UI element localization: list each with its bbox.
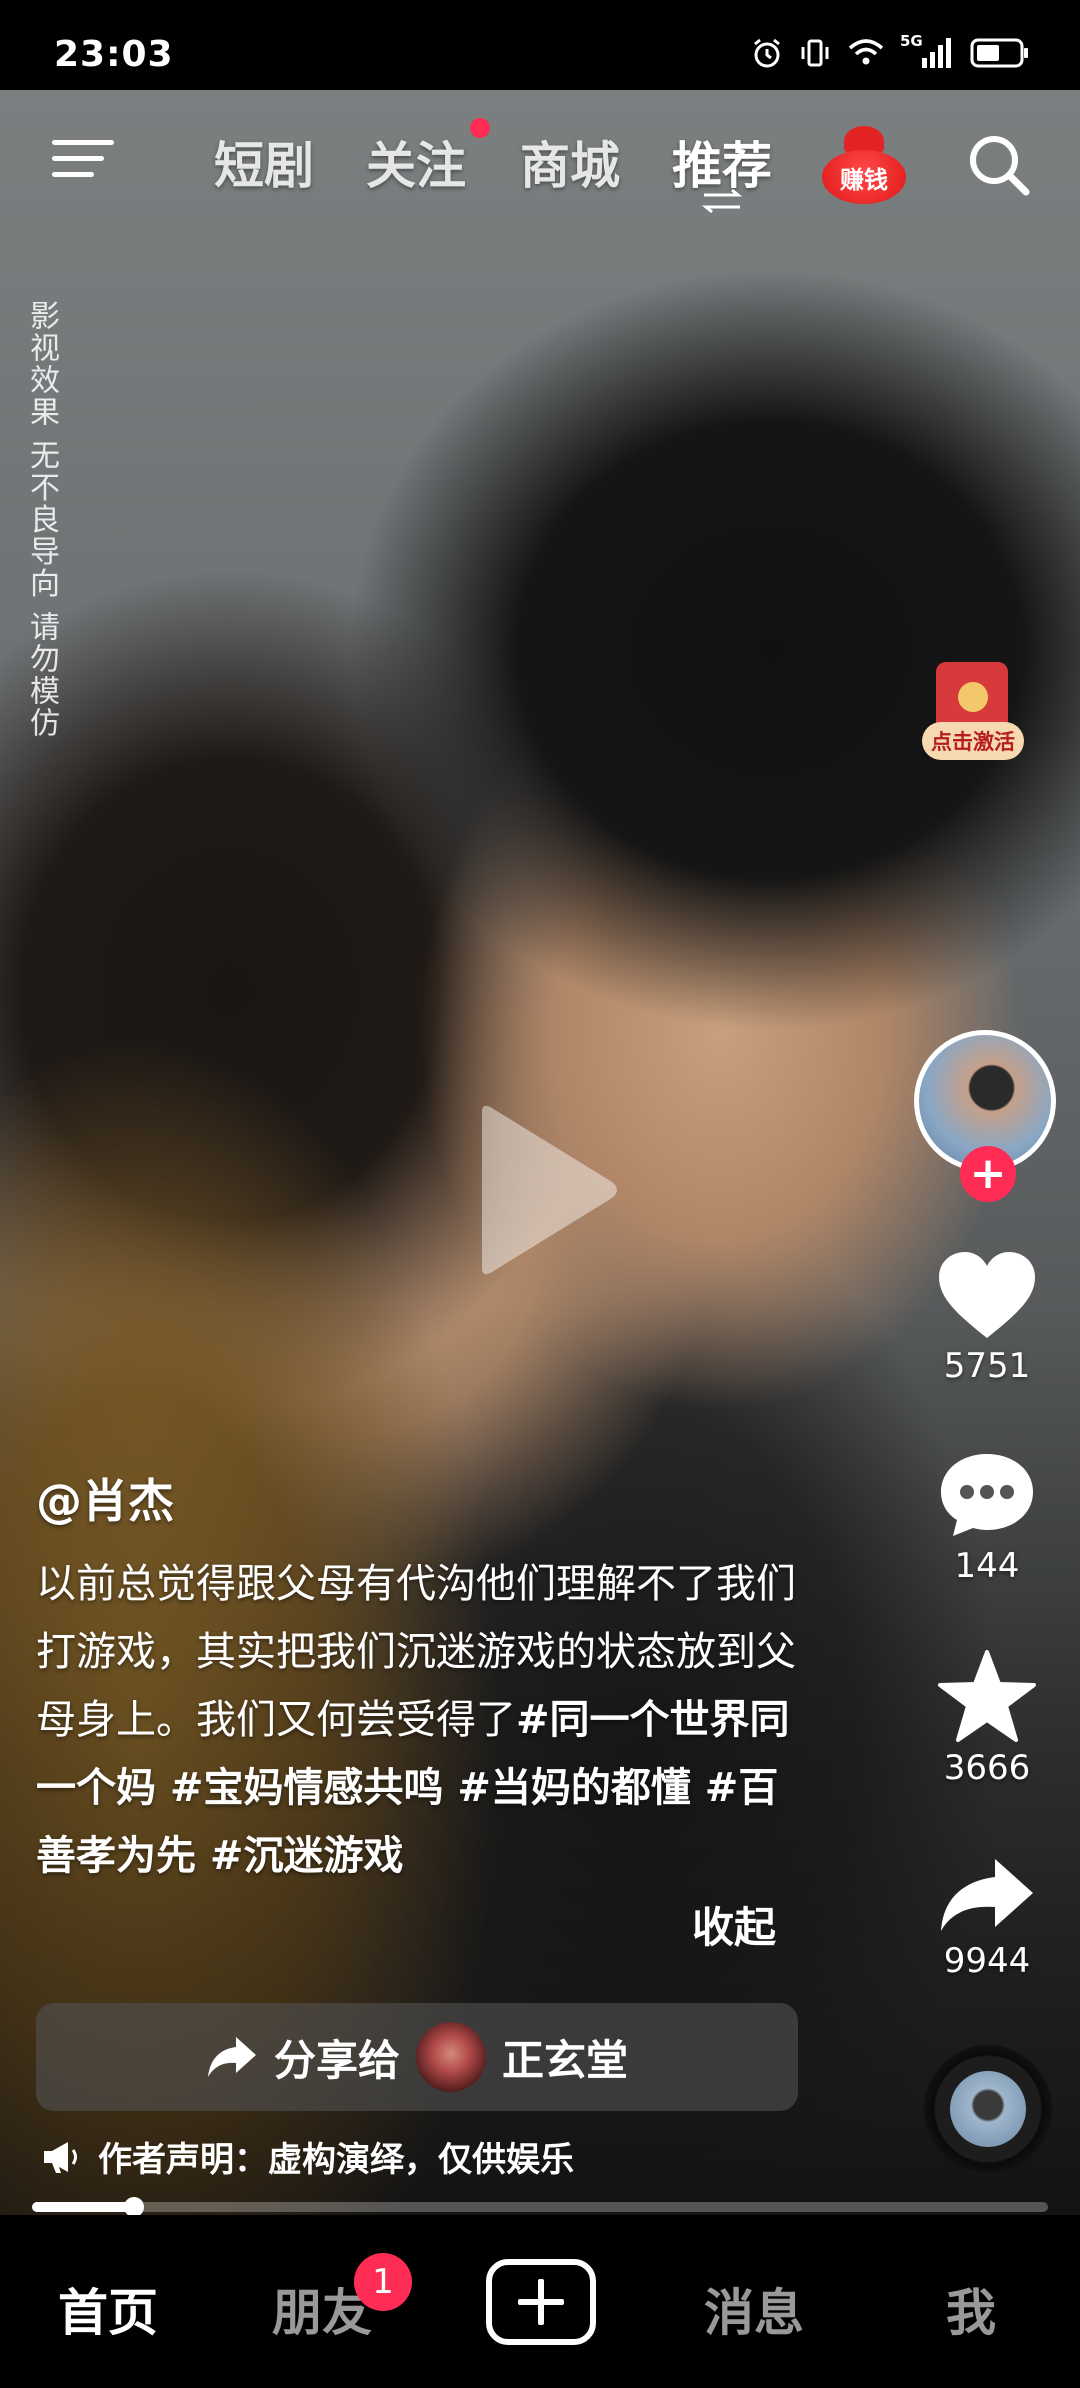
favorite-button[interactable]: 3666 [912,1650,1062,1788]
video-caption: 以前总觉得跟父母有代沟他们理解不了我们打游戏，其实把我们沉迷游戏的状态放到父母身… [36,1550,816,1890]
search-icon[interactable] [964,130,1034,200]
follow-button[interactable]: + [960,1146,1016,1202]
video-progress-handle[interactable] [123,2197,144,2217]
heart-icon [939,1252,1035,1338]
declaration-text: 作者声明：虚构演绎，仅供娱乐 [98,2140,574,2180]
top-tab-bar: 短剧 关注 商城 推荐 赚钱 [0,110,1080,220]
cellular-signal-icon: 5G [900,32,956,70]
favorite-count: 3666 [943,1748,1031,1788]
video-progress-fill [32,2202,134,2212]
comment-icon [941,1454,1033,1536]
wifi-icon [848,39,884,65]
comment-button[interactable]: 144 [912,1450,1062,1586]
red-packet-label: 点击激活 [922,722,1024,760]
share-button[interactable]: 9944 [912,1855,1062,1981]
network-type-label: 5G [900,32,923,50]
music-cover [950,2071,1026,2147]
battery-icon [970,38,1028,68]
red-packet-widget[interactable]: 点击激活 [922,662,1024,762]
menu-icon[interactable] [52,132,114,184]
status-bar: 23:03 5G [0,0,1080,90]
swap-icon [701,188,743,214]
collapse-caption-button[interactable]: 收起 [692,1894,776,1955]
play-icon[interactable] [462,1100,622,1280]
author-name[interactable]: @肖杰 [36,1465,174,1531]
status-icons: 5G [750,32,1030,70]
tab-mall[interactable]: 商城 [520,126,620,198]
music-disc[interactable] [924,2045,1052,2173]
comment-count: 144 [954,1546,1020,1586]
author-declaration: 作者声明：虚构演绎，仅供娱乐 [40,2132,574,2181]
alarm-icon [754,38,780,68]
create-post-button[interactable] [486,2259,596,2345]
megaphone-icon [44,2141,77,2173]
earn-money-button[interactable]: 赚钱 [822,124,906,204]
like-button[interactable]: 5751 [912,1250,1062,1386]
nav-messages[interactable]: 消息 [704,2273,804,2345]
share-arrow-icon [207,2037,256,2077]
share-target-name: 正玄堂 [502,2035,629,2085]
share-to-friend-bar[interactable]: 分享给 正玄堂 [36,2003,798,2111]
share-label: 分享给 [273,2035,400,2085]
following-notification-dot [470,118,490,138]
share-count: 9944 [943,1941,1031,1981]
vibrate-icon [801,39,829,67]
coin-icon [958,682,988,712]
video-feed-screen: 23:03 5G 短剧 关注 商城 推荐 赚钱 影视效果 无不良导向 请勿模仿 … [0,0,1080,2388]
tab-following[interactable]: 关注 [366,126,466,198]
author-avatar-button[interactable]: + [914,1030,1056,1202]
bottom-nav-bar: 首页 朋友 1 消息 我 [0,2215,1080,2388]
like-count: 5751 [943,1346,1031,1386]
earn-money-label: 赚钱 [822,150,906,204]
nav-me[interactable]: 我 [946,2273,996,2345]
share-icon [941,1859,1033,1931]
status-time: 23:03 [54,34,174,75]
video-progress-bar[interactable] [32,2197,1048,2217]
share-target-avatar [416,2022,486,2092]
tab-short-drama[interactable]: 短剧 [214,126,314,198]
nav-home[interactable]: 首页 [58,2273,158,2345]
video-watermark-text: 影视效果 无不良导向 请勿模仿 [24,300,59,740]
friends-badge: 1 [354,2253,412,2311]
star-icon [938,1650,1036,1742]
